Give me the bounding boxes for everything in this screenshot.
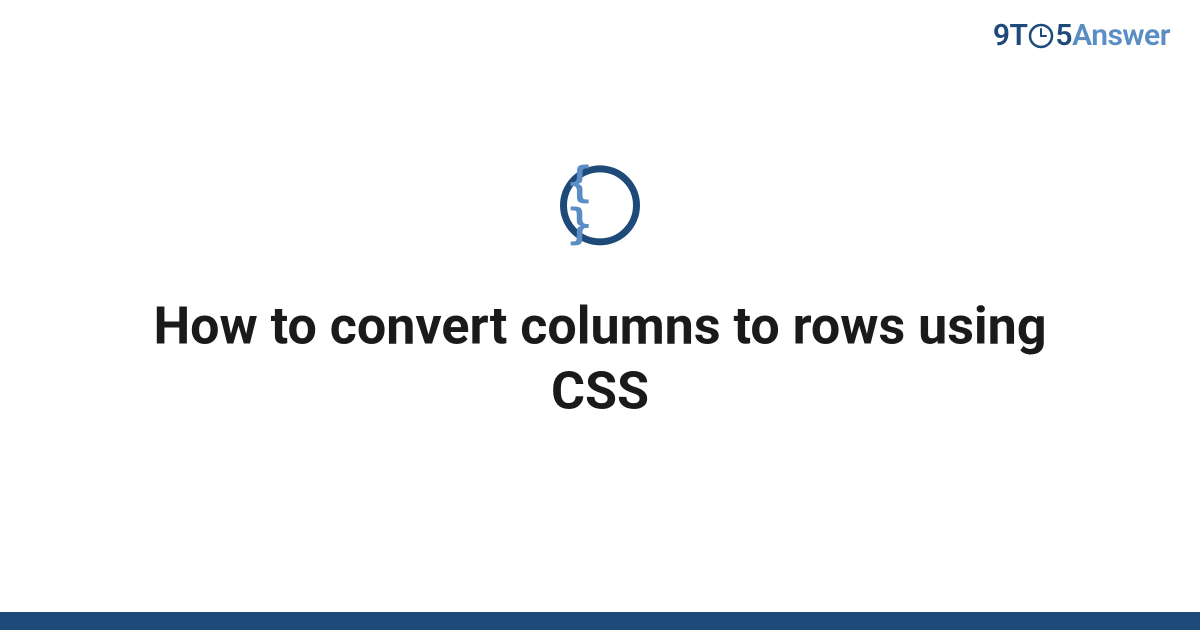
logo-text-9t: 9T (993, 18, 1028, 53)
logo-text-answer: Answer (1072, 18, 1170, 53)
code-braces-icon: { } (567, 161, 633, 245)
logo-text-5: 5 (1055, 18, 1072, 53)
category-icon-circle: { } (560, 165, 640, 245)
page-title: How to convert columns to rows using CSS (100, 293, 1100, 423)
footer-accent-bar (0, 612, 1200, 630)
logo-clock-icon (1028, 23, 1054, 49)
site-logo[interactable]: 9T 5 Answer (993, 18, 1170, 53)
main-content: { } How to convert columns to rows using… (0, 165, 1200, 423)
site-header: 9T 5 Answer (993, 18, 1170, 53)
